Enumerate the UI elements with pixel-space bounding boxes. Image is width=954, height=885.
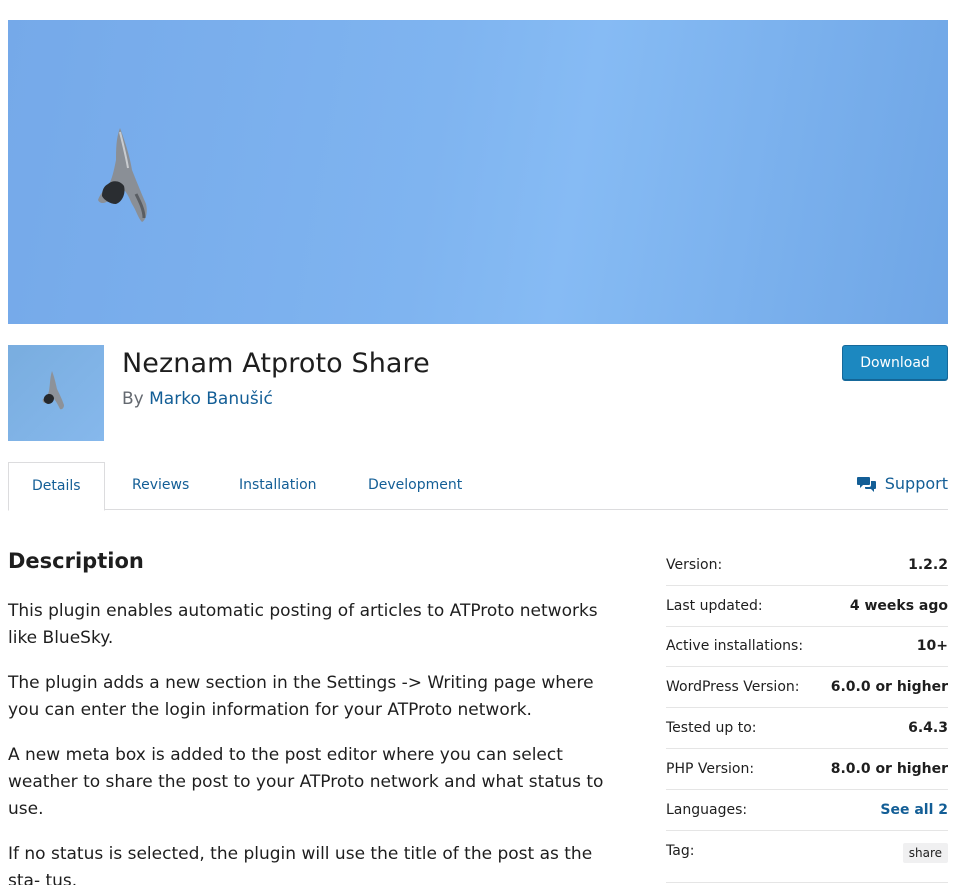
meta-tags: Tag: share (666, 831, 948, 883)
meta-value: 1.2.2 (908, 556, 948, 573)
plugin-meta-sidebar: Version: 1.2.2 Last updated: 4 weeks ago… (666, 545, 948, 883)
support-label: Support (884, 474, 948, 493)
meta-label: Tag: (666, 842, 695, 859)
meta-version: Version: 1.2.2 (666, 545, 948, 586)
meta-value: 10+ (916, 638, 948, 655)
meta-value: 6.4.3 (908, 720, 948, 737)
see-all-languages-link[interactable]: See all 2 (880, 802, 948, 818)
meta-value: 8.0.0 or higher (830, 760, 948, 777)
meta-label: Tested up to: (666, 720, 757, 737)
meta-label: Languages: (666, 801, 748, 818)
description-paragraph: If no status is selected, the plugin wil… (8, 844, 593, 885)
meta-label: Version: (666, 556, 723, 573)
meta-value: 4 weeks ago (849, 597, 948, 614)
description-paragraph: A new meta box is added to the post edit… (8, 745, 604, 819)
meta-value: 6.0.0 or higher (830, 679, 948, 696)
bird-icon (98, 128, 147, 222)
description-paragraph: The plugin adds a new section in the Set… (8, 673, 594, 720)
plugin-banner (8, 20, 948, 324)
meta-languages: Languages: See all 2 (666, 790, 948, 831)
plugin-tabs: Details Reviews Installation Development… (8, 462, 948, 511)
plugin-byline: By Marko Banušić (122, 389, 273, 409)
meta-tested-up-to: Tested up to: 6.4.3 (666, 708, 948, 749)
tab-development[interactable]: Development (368, 462, 462, 510)
tab-details[interactable]: Details (8, 462, 105, 511)
meta-php-version: PHP Version: 8.0.0 or higher (666, 749, 948, 790)
meta-label: WordPress Version: (666, 679, 800, 696)
meta-label: Last updated: (666, 597, 763, 614)
description-heading: Description (8, 549, 144, 573)
meta-wordpress-version: WordPress Version: 6.0.0 or higher (666, 667, 948, 709)
tab-installation[interactable]: Installation (239, 462, 317, 510)
byline-prefix: By (122, 389, 144, 409)
download-button[interactable]: Download (842, 345, 948, 381)
plugin-title: Neznam Atproto Share (122, 348, 430, 379)
plugin-icon (8, 345, 104, 441)
tab-reviews[interactable]: Reviews (132, 462, 189, 510)
tag-share[interactable]: share (902, 842, 948, 863)
speech-bubbles-icon (856, 476, 876, 492)
support-link[interactable]: Support (856, 474, 948, 493)
bird-icon (42, 371, 64, 410)
meta-label: PHP Version: (666, 760, 755, 777)
meta-label: Active installations: (666, 638, 804, 655)
meta-active-installations: Active installations: 10+ (666, 627, 948, 668)
author-link[interactable]: Marko Banušić (149, 389, 273, 409)
description-paragraph: This plugin enables automatic posting of… (8, 601, 598, 648)
meta-last-updated: Last updated: 4 weeks ago (666, 586, 948, 627)
